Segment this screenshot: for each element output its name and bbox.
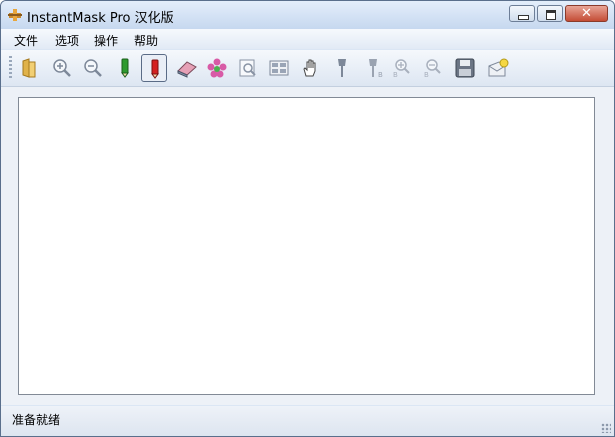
menu-help[interactable]: 帮助 bbox=[134, 32, 158, 49]
zoom-in-b-icon: B bbox=[393, 59, 410, 78]
zoom-in-b-button[interactable]: B bbox=[389, 54, 415, 82]
zoom-out-icon bbox=[84, 59, 102, 77]
save-button[interactable] bbox=[452, 54, 478, 82]
green-pencil-icon bbox=[121, 58, 129, 78]
status-bar: 准备就绪 bbox=[1, 406, 614, 436]
pan-button[interactable] bbox=[297, 54, 323, 82]
menu-bar: 文件 选项 操作 帮助 bbox=[1, 29, 614, 49]
brush-button[interactable] bbox=[329, 54, 355, 82]
keep-pencil-button[interactable] bbox=[112, 54, 138, 82]
app-logo-icon bbox=[8, 9, 22, 21]
minimize-button[interactable] bbox=[509, 5, 535, 22]
eraser-button[interactable] bbox=[173, 54, 199, 82]
menu-file[interactable]: 文件 bbox=[14, 32, 38, 49]
svg-text:B: B bbox=[393, 71, 398, 78]
open-folder-icon bbox=[22, 58, 36, 78]
zoom-out-b-icon: B bbox=[424, 59, 441, 78]
maximize-icon bbox=[546, 10, 556, 20]
preview-button[interactable] bbox=[235, 54, 261, 82]
red-pencil-icon bbox=[151, 59, 159, 79]
zoom-out-button[interactable] bbox=[80, 54, 106, 82]
menu-options[interactable]: 选项 bbox=[55, 32, 79, 49]
view-grid-icon bbox=[269, 60, 289, 76]
flower-button[interactable] bbox=[204, 54, 230, 82]
close-button[interactable]: ✕ bbox=[565, 5, 608, 22]
open-button[interactable] bbox=[17, 54, 43, 82]
toolbar-grip[interactable] bbox=[9, 56, 12, 80]
window-controls: ✕ bbox=[507, 5, 608, 24]
export-image-icon bbox=[488, 58, 509, 77]
hand-pan-icon bbox=[303, 59, 316, 77]
svg-text:B: B bbox=[424, 71, 429, 78]
magnifier-page-icon bbox=[239, 59, 256, 77]
toolbar: B B B bbox=[1, 50, 614, 87]
svg-text:B: B bbox=[378, 71, 383, 78]
title-bar[interactable]: InstantMask Pro 汉化版 ✕ bbox=[1, 1, 614, 29]
zoom-in-button[interactable] bbox=[49, 54, 75, 82]
maximize-button[interactable] bbox=[537, 5, 563, 22]
brush-b-button[interactable]: B bbox=[361, 54, 387, 82]
workspace bbox=[1, 87, 614, 405]
image-canvas[interactable] bbox=[18, 97, 595, 395]
export-button[interactable] bbox=[484, 54, 510, 82]
flower-icon bbox=[207, 58, 227, 78]
remove-pencil-button[interactable] bbox=[141, 54, 167, 82]
brush-b-icon: B bbox=[369, 59, 383, 78]
eraser-icon bbox=[177, 61, 197, 78]
close-icon: ✕ bbox=[581, 6, 592, 21]
window-title: InstantMask Pro 汉化版 bbox=[27, 11, 174, 26]
zoom-out-b-button[interactable]: B bbox=[420, 54, 446, 82]
menu-actions[interactable]: 操作 bbox=[94, 32, 118, 49]
zoom-in-icon bbox=[53, 59, 71, 77]
minimize-icon bbox=[518, 15, 529, 20]
status-text: 准备就绪 bbox=[12, 413, 61, 427]
view-grid-button[interactable] bbox=[266, 54, 292, 82]
brush-icon bbox=[338, 59, 346, 77]
save-disk-icon bbox=[455, 58, 475, 78]
resize-grip[interactable] bbox=[601, 423, 611, 433]
app-window: InstantMask Pro 汉化版 ✕ 文件 选项 操作 帮助 B B B … bbox=[0, 0, 615, 437]
